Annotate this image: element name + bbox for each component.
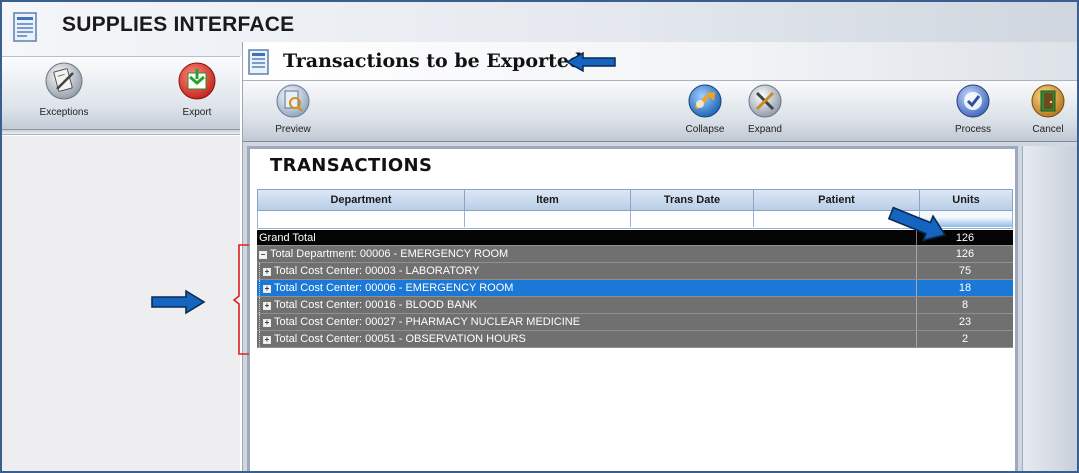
section-title: TRANSACTIONS <box>270 155 433 176</box>
row-units: 2 <box>916 331 1013 347</box>
document-icon <box>12 11 40 47</box>
checkmark-icon <box>956 84 990 122</box>
expand-node-icon[interactable]: + <box>263 336 271 344</box>
transactions-window: Transactions to be Exported Preview Coll… <box>242 42 1077 471</box>
right-side-panel <box>1022 146 1077 471</box>
sub-toolbar: Preview Collapse Expand Process Cancel <box>243 80 1077 142</box>
expand-label: Expand <box>748 124 782 135</box>
row-units: 23 <box>916 314 1013 330</box>
row-units: 75 <box>916 263 1013 279</box>
cost-center-row[interactable]: + Total Cost Center: 00016 - BLOOD BANK 8 <box>257 297 1013 314</box>
row-label-wrap: − Total Department: 00006 - EMERGENCY ROO… <box>259 246 508 262</box>
row-label: Total Cost Center: 00006 - EMERGENCY ROO… <box>274 282 514 294</box>
arrow-right-icon <box>150 289 206 319</box>
export-button[interactable]: Export <box>157 61 237 118</box>
red-bracket-annotation <box>232 244 251 360</box>
export-label: Export <box>182 107 212 118</box>
column-header-item[interactable]: Item <box>465 190 631 210</box>
document-icon <box>247 48 271 80</box>
row-label: Total Cost Center: 00003 - LABORATORY <box>274 265 480 277</box>
transactions-panel: TRANSACTIONS Department Item Trans Date … <box>247 146 1018 471</box>
collapse-node-icon[interactable]: − <box>259 251 267 259</box>
column-header-trans-date[interactable]: Trans Date <box>631 190 754 210</box>
filter-item-input[interactable] <box>465 211 631 227</box>
expand-button[interactable]: Expand <box>735 84 795 135</box>
row-label: Total Cost Center: 00027 - PHARMACY NUCL… <box>274 316 581 328</box>
arrow-left-icon <box>565 51 617 77</box>
cost-center-row-selected[interactable]: + Total Cost Center: 00006 - EMERGENCY RO… <box>257 280 1013 297</box>
sub-window-title: Transactions to be Exported <box>283 50 583 72</box>
process-label: Process <box>954 124 992 135</box>
left-separator <box>2 130 240 135</box>
sub-title-bar: Transactions to be Exported <box>243 42 1077 80</box>
app-window: SUPPLIES INTERFACE Exceptions Export Tra… <box>0 0 1079 473</box>
collapse-icon <box>688 84 722 122</box>
export-arrows-icon <box>177 62 217 105</box>
row-label-wrap: + Total Cost Center: 00051 - OBSERVATION … <box>263 331 526 347</box>
row-units: 8 <box>916 297 1013 313</box>
expand-tools-icon <box>748 84 782 122</box>
row-label: Grand Total <box>259 232 316 244</box>
filter-trans-date-input[interactable] <box>631 211 754 227</box>
collapse-button[interactable]: Collapse <box>675 84 735 135</box>
exceptions-label: Exceptions <box>39 107 89 118</box>
expand-node-icon[interactable]: + <box>263 285 271 293</box>
row-label: Total Department: 00006 - EMERGENCY ROOM <box>270 248 509 260</box>
expand-node-icon[interactable]: + <box>263 302 271 310</box>
cancel-button[interactable]: Cancel <box>1018 84 1077 135</box>
filter-department-input[interactable] <box>258 211 465 227</box>
clipboard-tools-icon <box>44 62 84 105</box>
row-label-wrap: + Total Cost Center: 00003 - LABORATORY <box>263 263 479 279</box>
exceptions-button[interactable]: Exceptions <box>24 61 104 118</box>
expand-node-icon[interactable]: + <box>263 268 271 276</box>
expand-node-icon[interactable]: + <box>263 319 271 327</box>
row-units: 18 <box>916 280 1013 296</box>
app-title: SUPPLIES INTERFACE <box>62 13 295 36</box>
left-toolbar: Exceptions Export <box>2 56 240 130</box>
row-label: Total Cost Center: 00016 - BLOOD BANK <box>274 299 477 311</box>
preview-label: Preview <box>275 124 311 135</box>
cost-center-row[interactable]: + Total Cost Center: 00003 - LABORATORY 7… <box>257 263 1013 280</box>
preview-magnifier-icon <box>276 84 310 122</box>
row-label-wrap: + Total Cost Center: 00027 - PHARMACY NUC… <box>263 314 580 330</box>
cost-center-row[interactable]: + Total Cost Center: 00051 - OBSERVATION … <box>257 331 1013 348</box>
row-label: Total Cost Center: 00051 - OBSERVATION H… <box>274 333 526 345</box>
arrow-down-right-icon <box>885 202 951 250</box>
cancel-label: Cancel <box>1032 124 1064 135</box>
process-button[interactable]: Process <box>943 84 1003 135</box>
column-header-department[interactable]: Department <box>258 190 465 210</box>
row-label-wrap: + Total Cost Center: 00016 - BLOOD BANK <box>263 297 477 313</box>
preview-button[interactable]: Preview <box>263 84 323 135</box>
collapse-label: Collapse <box>685 124 725 135</box>
row-label-wrap: + Total Cost Center: 00006 - EMERGENCY RO… <box>263 280 513 296</box>
cost-center-row[interactable]: + Total Cost Center: 00027 - PHARMACY NUC… <box>257 314 1013 331</box>
exit-door-icon <box>1031 84 1065 122</box>
